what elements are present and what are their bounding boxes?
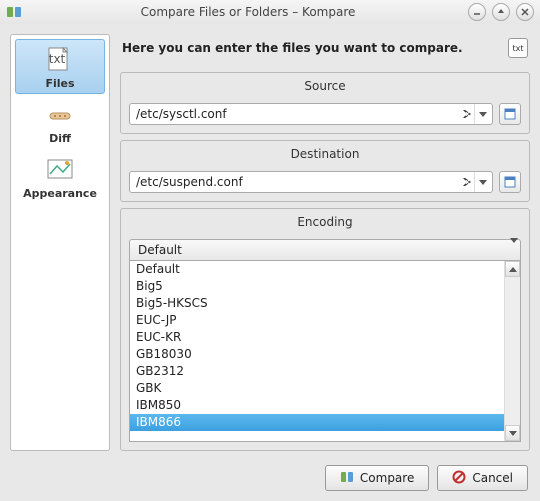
- source-input-combo[interactable]: [129, 103, 493, 125]
- encoding-group: Encoding Default DefaultBig5Big5-HKSCSEU…: [120, 208, 530, 451]
- list-item[interactable]: Big5-HKSCS: [130, 295, 504, 312]
- compare-label: Compare: [360, 471, 414, 485]
- list-item[interactable]: EUC-JP: [130, 312, 504, 329]
- list-item[interactable]: GBK: [130, 380, 504, 397]
- sidebar-item-label: Appearance: [23, 187, 97, 200]
- cancel-label: Cancel: [472, 471, 513, 485]
- window-title: Compare Files or Folders – Kompare: [28, 5, 468, 19]
- sidebar-item-diff[interactable]: Diff: [15, 94, 105, 149]
- source-input[interactable]: [136, 107, 460, 121]
- destination-input-combo[interactable]: [129, 171, 493, 193]
- clear-icon[interactable]: [460, 107, 474, 121]
- list-item[interactable]: IBM866: [130, 414, 504, 431]
- cancel-button[interactable]: Cancel: [437, 465, 528, 491]
- scroll-track[interactable]: [505, 277, 520, 425]
- source-title: Source: [121, 73, 529, 97]
- destination-title: Destination: [121, 141, 529, 165]
- files-icon: txt: [44, 45, 76, 75]
- page-header: Here you can enter the files you want to…: [122, 41, 502, 55]
- sidebar: txt Files Diff Appearance: [10, 34, 110, 451]
- source-group: Source: [120, 72, 530, 134]
- cancel-icon: [452, 470, 466, 487]
- list-item[interactable]: GB18030: [130, 346, 504, 363]
- destination-input[interactable]: [136, 175, 460, 189]
- txt-icon: txt: [508, 38, 528, 58]
- title-bar: Compare Files or Folders – Kompare: [0, 0, 540, 24]
- minimize-button[interactable]: [468, 3, 486, 21]
- scroll-down-button[interactable]: [505, 425, 520, 441]
- list-item[interactable]: GB2312: [130, 363, 504, 380]
- clear-icon[interactable]: [460, 175, 474, 189]
- browse-destination-button[interactable]: [499, 171, 521, 193]
- close-button[interactable]: [516, 3, 534, 21]
- sidebar-item-label: Files: [45, 77, 74, 90]
- destination-group: Destination: [120, 140, 530, 202]
- appearance-icon: [44, 155, 76, 185]
- list-item[interactable]: Default: [130, 261, 504, 278]
- list-item[interactable]: IBM850: [130, 397, 504, 414]
- chevron-down-icon: [510, 243, 518, 257]
- maximize-button[interactable]: [492, 3, 510, 21]
- list-item[interactable]: EUC-KR: [130, 329, 504, 346]
- diff-icon: [44, 100, 76, 130]
- sidebar-item-appearance[interactable]: Appearance: [15, 149, 105, 204]
- svg-text:txt: txt: [49, 52, 66, 66]
- sidebar-item-files[interactable]: txt Files: [15, 39, 105, 94]
- scroll-up-button[interactable]: [505, 261, 520, 277]
- encoding-title: Encoding: [121, 209, 529, 233]
- encoding-dropdown[interactable]: Default: [129, 239, 521, 261]
- browse-source-button[interactable]: [499, 103, 521, 125]
- chevron-down-icon[interactable]: [474, 172, 490, 192]
- chevron-down-icon[interactable]: [474, 104, 490, 124]
- scrollbar[interactable]: [504, 261, 520, 441]
- sidebar-item-label: Diff: [49, 132, 71, 145]
- compare-icon: [340, 470, 354, 487]
- encoding-listbox[interactable]: DefaultBig5Big5-HKSCSEUC-JPEUC-KRGB18030…: [129, 261, 521, 442]
- app-icon: [6, 4, 22, 20]
- encoding-selected: Default: [138, 243, 510, 257]
- list-item[interactable]: Big5: [130, 278, 504, 295]
- compare-button[interactable]: Compare: [325, 465, 429, 491]
